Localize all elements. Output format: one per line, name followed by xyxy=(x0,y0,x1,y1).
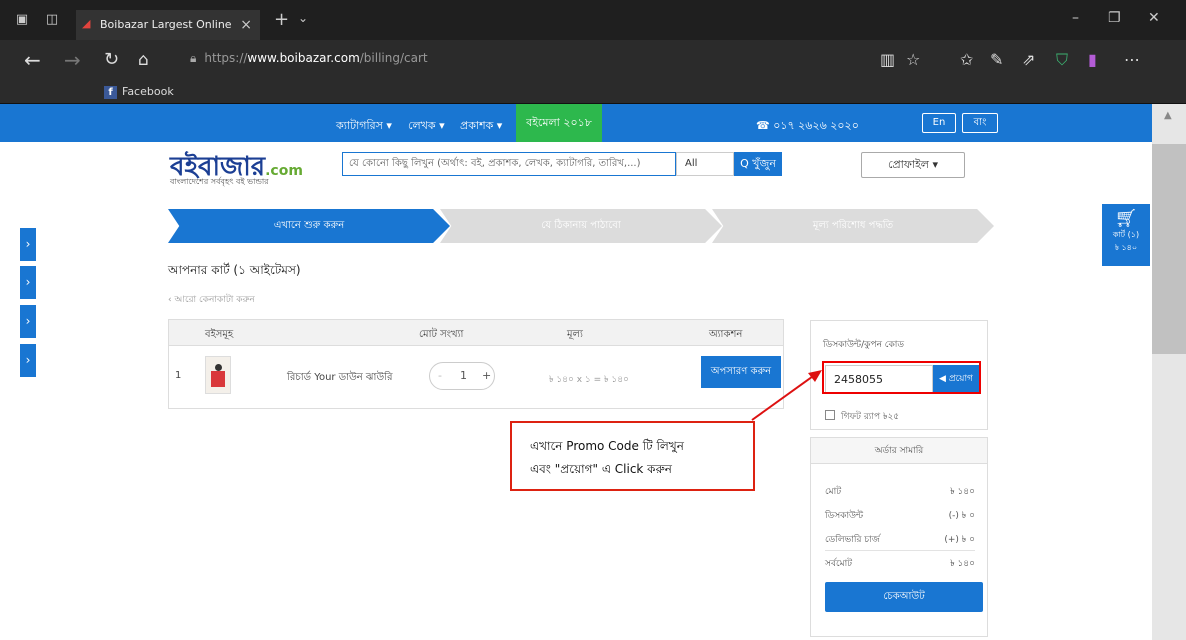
page-scrollbar[interactable]: ▲ xyxy=(1152,104,1186,640)
restore-icon[interactable]: ❐ xyxy=(1108,10,1121,26)
logo-tagline: বাংলাদেশের সর্ববৃহৎ বই ভান্ডার xyxy=(170,177,269,186)
cart-icon: 🛒︎ xyxy=(1114,208,1138,229)
cart-table: বইসমূহ মোট সংখ্যা মূল্য অ্যাকশন 1 রিচার্… xyxy=(168,319,784,409)
address-bar: ← → ↻ ⌂ 🔒︎ https://www.boibazar.com/billi… xyxy=(0,40,1186,82)
annotation-line-1: এখানে Promo Code টি লিখুন xyxy=(530,439,684,453)
cart-title: আপনার কার্ট (১ আইটেমস) xyxy=(168,263,301,277)
summary-title: অর্ডার সামারি xyxy=(811,438,987,464)
site-top-bar: ক্যাটাগরিস ▾ লেখক ▾ প্রকাশক ▾ বইমেলা ২০১… xyxy=(0,104,1152,142)
favorites-bar: f Facebook xyxy=(0,82,1186,104)
cart-table-header: বইসমূহ মোট সংখ্যা মূল্য অ্যাকশন xyxy=(169,320,783,346)
header-action: অ্যাকশন xyxy=(709,329,743,340)
quantity-value[interactable]: 1 xyxy=(460,369,467,382)
side-arrow-1[interactable]: › xyxy=(20,228,36,261)
coupon-title: ডিসকাউন্ট/কুপন কোড xyxy=(823,340,904,350)
browser-tab-bar: ▣ ◫ ◢ Boibazar Largest Online × + ⌄ – ❐ … xyxy=(0,0,1186,40)
pen-notes-icon[interactable]: ✎ xyxy=(990,50,1003,69)
summary-row-total: মোট ৳ ১৪০ xyxy=(825,487,975,497)
close-tab-icon[interactable]: × xyxy=(240,10,252,40)
step-payment: মূল্য পরিশোধ পদ্ধতি xyxy=(712,209,994,243)
reading-view-icon[interactable]: ▥ xyxy=(880,50,895,69)
share-icon[interactable]: ⇗ xyxy=(1022,50,1035,69)
side-arrow-4[interactable]: › xyxy=(20,344,36,377)
summary-row-grand-total: সর্বমোট ৳ ১৪০ xyxy=(825,559,975,569)
summary-divider xyxy=(825,550,975,551)
favorite-star-icon[interactable]: ☆ xyxy=(906,50,920,69)
menu-boimela[interactable]: বইমেলা ২০১৮ xyxy=(516,104,602,142)
book-thumbnail[interactable] xyxy=(205,356,231,394)
header-quantity: মোট সংখ্যা xyxy=(419,329,464,340)
scrollbar-thumb[interactable] xyxy=(1152,144,1186,354)
menu-categories[interactable]: ক্যাটাগরিস ▾ xyxy=(336,117,392,136)
onenote-icon[interactable]: ▮ xyxy=(1088,50,1097,69)
step-start: এখানে শুরু করুন xyxy=(168,209,450,243)
row-price: ৳ ১৪০ x ১ = ৳ ১৪০ xyxy=(549,375,629,385)
search-category-select[interactable]: All xyxy=(676,152,734,176)
favorite-facebook[interactable]: f Facebook xyxy=(104,85,174,99)
new-tab-icon[interactable]: + xyxy=(274,9,289,30)
search-button[interactable]: Q খুঁজুন xyxy=(734,152,782,176)
profile-button[interactable]: প্রোফাইল ▾ xyxy=(861,152,965,178)
summary-row-discount: ডিসকাউন্ট (-) ৳ ০ xyxy=(825,511,975,521)
browser-tab[interactable]: ◢ Boibazar Largest Online × xyxy=(76,10,260,40)
page-viewport: ক্যাটাগরিস ▾ লেখক ▾ প্রকাশক ▾ বইমেলা ২০১… xyxy=(0,104,1152,640)
gift-wrap-checkbox[interactable] xyxy=(825,410,835,420)
back-icon[interactable]: ← xyxy=(24,49,41,71)
quantity-stepper: - 1 + xyxy=(429,362,495,390)
side-arrow-2[interactable]: › xyxy=(20,266,36,299)
menu-publishers[interactable]: প্রকাশক ▾ xyxy=(460,117,502,136)
refresh-icon[interactable]: ↻ xyxy=(104,49,119,71)
more-menu-icon[interactable]: ⋯ xyxy=(1124,50,1140,69)
window-menu-icon[interactable]: ▣ xyxy=(14,12,30,28)
decrease-qty-button[interactable]: - xyxy=(438,369,442,382)
forward-icon[interactable]: → xyxy=(64,49,81,71)
scroll-up-icon[interactable]: ▲ xyxy=(1164,110,1172,121)
coupon-highlight-box xyxy=(822,361,981,394)
order-summary: অর্ডার সামারি মোট ৳ ১৪০ ডিসকাউন্ট (-) ৳ ০ … xyxy=(810,437,988,637)
increase-qty-button[interactable]: + xyxy=(482,369,491,382)
annotation-line-2: এবং "প্রয়োগ" এ Click করুন xyxy=(530,462,672,476)
minimize-icon[interactable]: – xyxy=(1072,10,1079,26)
remove-button[interactable]: অপসারণ করুন xyxy=(701,356,781,388)
book-title[interactable]: রিচার্ড Your ডাউন ঝাউরি xyxy=(287,370,393,387)
tab-preview-icon[interactable]: ◫ xyxy=(44,12,60,28)
facebook-icon: f xyxy=(104,86,117,99)
floating-cart[interactable]: 🛒︎ কার্ট (১) ৳ ১৪০ xyxy=(1102,204,1150,266)
tab-title: Boibazar Largest Online xyxy=(100,18,232,31)
row-index: 1 xyxy=(175,370,182,381)
annotation-callout: এখানে Promo Code টি লিখুন এবং "প্রয়োগ" … xyxy=(510,421,755,491)
favorites-hub-icon[interactable]: ✩ xyxy=(960,50,973,69)
lang-bn-button[interactable]: বাং xyxy=(962,113,998,133)
step-address: যে ঠিকানায় পাঠাবো xyxy=(440,209,722,243)
side-arrow-3[interactable]: › xyxy=(20,305,36,338)
tab-dropdown-icon[interactable]: ⌄ xyxy=(298,11,308,25)
url-field[interactable]: 🔒︎ https://www.boibazar.com/billing/cart xyxy=(190,51,428,66)
menu-authors[interactable]: লেখক ▾ xyxy=(408,117,445,136)
lock-icon: 🔒︎ xyxy=(190,51,197,65)
search-input[interactable]: যে কোনো কিছু লিখুন (অর্থাৎ: বই, প্রকাশক,… xyxy=(342,152,676,176)
shield-extension-icon[interactable]: ⛉ xyxy=(1056,50,1068,70)
phone-number: ☎ ০১৭ ২৬২৬ ২০২০ xyxy=(756,119,859,132)
checkout-button[interactable]: চেকআউট xyxy=(825,582,983,612)
close-window-icon[interactable]: ✕ xyxy=(1148,10,1160,26)
gift-wrap-option[interactable]: গিফট র‍্যাপ ৳২৫ xyxy=(825,409,899,424)
continue-shopping-link[interactable]: ‹ আরো কেনাকাটা করুন xyxy=(168,292,255,307)
lang-en-button[interactable]: En xyxy=(922,113,956,133)
summary-row-delivery: ডেলিভারি চার্জ (+) ৳ ০ xyxy=(825,535,975,545)
site-favicon-icon: ◢ xyxy=(82,17,91,30)
header-price: মূল্য xyxy=(567,329,583,340)
home-icon[interactable]: ⌂ xyxy=(138,49,149,71)
header-books: বইসমূহ xyxy=(205,329,234,340)
